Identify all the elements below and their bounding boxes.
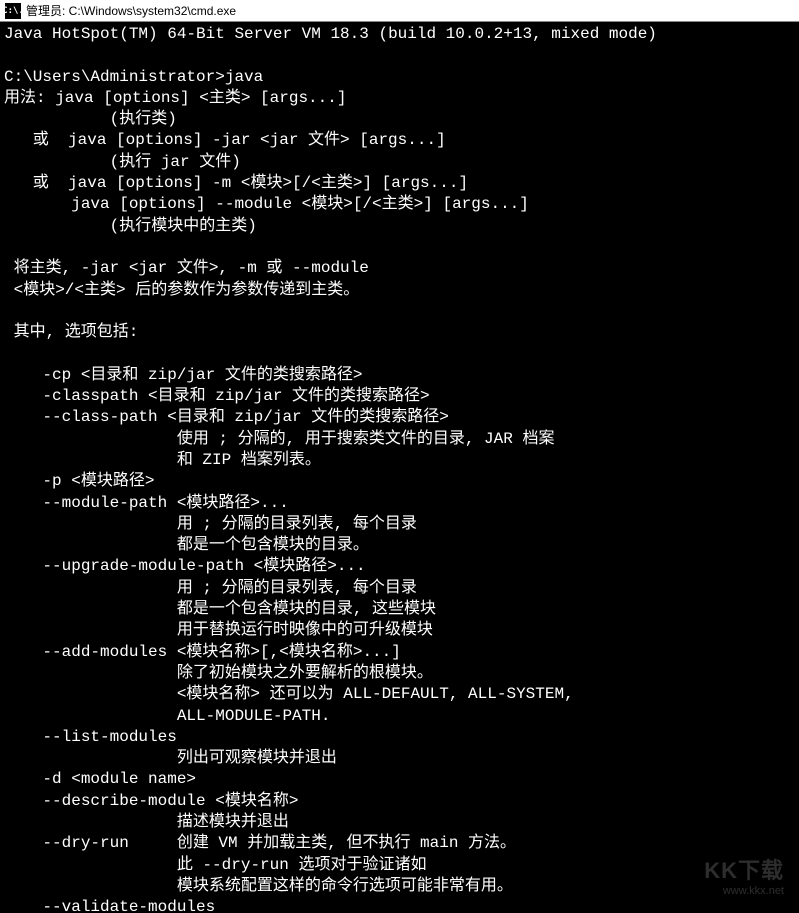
- terminal-output[interactable]: Java HotSpot(TM) 64-Bit Server VM 18.3 (…: [0, 22, 799, 913]
- watermark: KK下载 www.kkx.net: [704, 858, 784, 898]
- window-title-bar[interactable]: C:\. 管理员: C:\Windows\system32\cmd.exe: [0, 0, 799, 22]
- watermark-logo: KK下载: [704, 858, 784, 884]
- window-title: 管理员: C:\Windows\system32\cmd.exe: [26, 2, 236, 19]
- cmd-icon: C:\.: [5, 3, 21, 19]
- watermark-url: www.kkx.net: [704, 885, 784, 898]
